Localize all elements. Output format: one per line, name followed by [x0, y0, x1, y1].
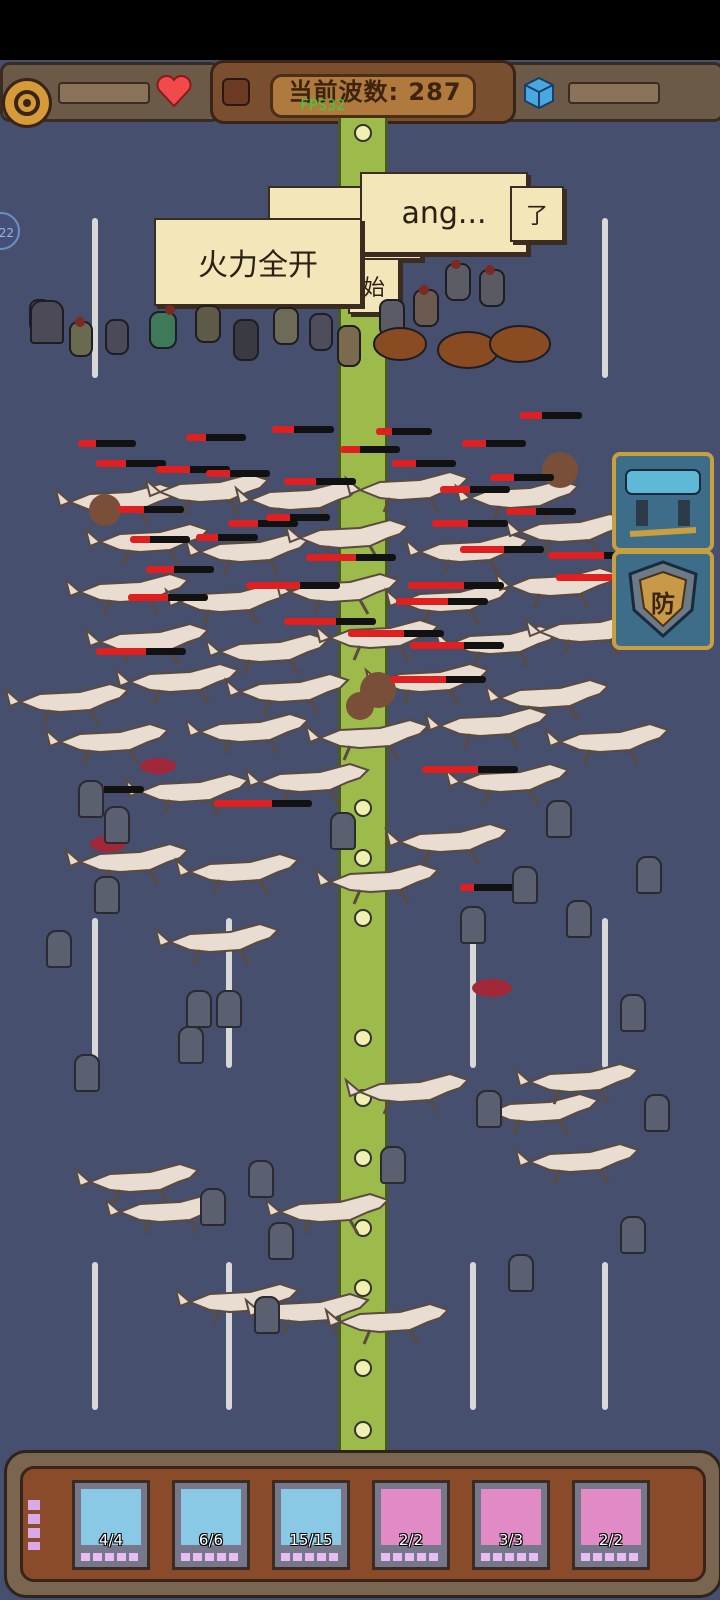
defense-skill-label: 防: [651, 590, 675, 618]
wave-emblem: [222, 78, 250, 106]
resource-bar: [568, 82, 660, 104]
defender-unit: [216, 990, 242, 1028]
heart-icon: [156, 74, 192, 108]
defender-unit: [636, 856, 662, 894]
defender-unit: [620, 1216, 646, 1254]
fps-counter: FPS32: [300, 96, 346, 114]
unit-count: 4/4: [98, 1531, 124, 1549]
unit-count: 6/6: [198, 1531, 224, 1549]
cube-icon: [522, 76, 556, 110]
defender-unit: [566, 900, 592, 938]
unit-level-pips: [281, 1553, 341, 1561]
defender-unit: [200, 1188, 226, 1226]
unit-level-pips: [381, 1553, 441, 1561]
wolf-horde: [0, 360, 680, 1360]
status-bar: [0, 0, 720, 60]
defender-unit: [30, 300, 64, 344]
unit-level-pips: [581, 1553, 641, 1561]
defender-unit: [104, 806, 130, 844]
side-badge[interactable]: 22: [0, 212, 20, 250]
unit-count: 15/15: [289, 1531, 333, 1549]
defender-unit: [476, 1090, 502, 1128]
page-indicator: [28, 1500, 40, 1550]
unit-card-white-knight[interactable]: 15/15: [272, 1480, 350, 1570]
defender-unit: [248, 1160, 274, 1198]
defender-unit: [546, 800, 572, 838]
defender-unit: [268, 1222, 294, 1260]
defender-unit: [74, 1054, 100, 1092]
unit-count: 3/3: [498, 1531, 524, 1549]
speech-bubble: ang...: [360, 172, 528, 254]
defender-unit: [644, 1094, 670, 1132]
defender-unit: [78, 780, 104, 818]
defender-unit: [512, 866, 538, 904]
unit-card-alchemist[interactable]: 3/3: [472, 1480, 550, 1570]
health-bar: [58, 82, 150, 104]
defender-unit: [254, 1296, 280, 1334]
unit-card-yellow-robe[interactable]: 2/2: [372, 1480, 450, 1570]
weapon-skill-button[interactable]: [612, 452, 714, 552]
defender-unit: [46, 930, 72, 968]
defender-unit: [460, 906, 486, 944]
unit-card-rifleman[interactable]: 2/2: [572, 1480, 650, 1570]
defense-skill-button[interactable]: 防: [612, 550, 714, 650]
defender-unit: [380, 1146, 406, 1184]
unit-level-pips: [81, 1553, 141, 1561]
defender-unit: [178, 1026, 204, 1064]
unit-card-pistol-soldier[interactable]: 4/4: [72, 1480, 150, 1570]
defender-unit: [94, 876, 120, 914]
defender-unit: [330, 812, 356, 850]
unit-count: 2/2: [398, 1531, 424, 1549]
unit-level-pips: [481, 1553, 541, 1561]
defender-unit: [508, 1254, 534, 1292]
unit-level-pips: [181, 1553, 241, 1561]
gear-icon[interactable]: [2, 78, 52, 128]
defender-unit: [186, 990, 212, 1028]
unit-count: 2/2: [598, 1531, 624, 1549]
speech-bubble: 了: [510, 186, 564, 242]
defender-unit: [620, 994, 646, 1032]
unit-card-cavalry[interactable]: 6/6: [172, 1480, 250, 1570]
weapon-icon: [625, 469, 701, 537]
